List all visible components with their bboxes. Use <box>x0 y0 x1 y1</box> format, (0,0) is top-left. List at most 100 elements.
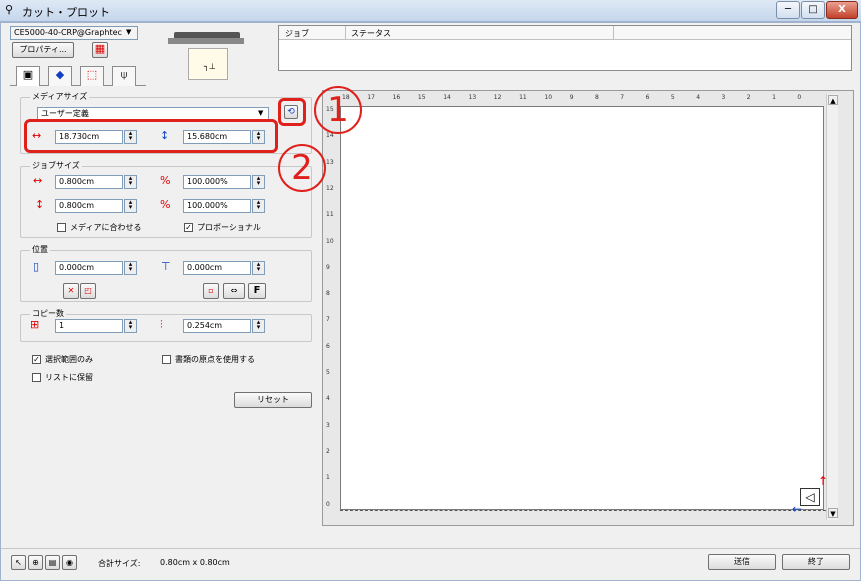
ruler-tick-label: 6 <box>326 342 330 350</box>
tab-cut-plot[interactable]: ▣ <box>16 66 40 86</box>
scale-x-spinner[interactable]: ▴ ▾ <box>252 175 265 189</box>
spacing-icon: ⫶ <box>160 318 163 331</box>
position-x-icon: ▯ <box>33 260 40 273</box>
magnifier-icon: ◉ <box>66 558 73 567</box>
job-width-spinner[interactable]: ▴ ▾ <box>124 175 137 189</box>
vertical-scrollbar[interactable]: ▲ ▼ <box>826 94 838 520</box>
center-button[interactable]: ⇔ <box>223 283 245 299</box>
doc-origin-checkbox[interactable] <box>162 355 171 364</box>
selection-only-checkbox[interactable]: ✓ <box>32 355 41 364</box>
column-job[interactable]: ジョブ <box>285 28 309 39</box>
device-select[interactable]: CE5000-40-CRP@Graphtec <box>10 26 138 40</box>
scale-y-field[interactable]: 100.000% <box>183 199 251 213</box>
tab-strip: ▣ ◆ ⬚ ⍦ <box>10 64 146 86</box>
keep-in-list-label: リストに保留 <box>45 373 93 382</box>
media-preset-value: ユーザー定義 <box>41 109 89 118</box>
position-x-spinner[interactable]: ▴ ▾ <box>124 261 137 275</box>
origin-y-arrow-icon: ↑ <box>818 474 829 488</box>
fit-media-checkbox[interactable] <box>57 223 66 232</box>
x-mark-icon: ✕ <box>67 286 75 295</box>
job-height-field[interactable]: 0.800cm <box>55 199 123 213</box>
job-height-spinner[interactable]: ▴ ▾ <box>124 199 137 213</box>
spacing-field[interactable]: 0.254cm <box>183 319 251 333</box>
plotter-head-icon: ◁ <box>800 488 820 506</box>
ruler-tick-label: 6 <box>645 94 650 101</box>
plotter-image: ┐⊥ <box>168 22 244 82</box>
scale-y-spinner[interactable]: ▴ ▾ <box>252 199 265 213</box>
ruler-tick-label: 8 <box>595 94 599 101</box>
ruler-tick-label: 5 <box>326 369 330 376</box>
copies-field[interactable]: 1 <box>55 319 123 333</box>
printer-setup-button[interactable]: ▦ <box>92 42 108 58</box>
position-x-field[interactable]: 0.000cm <box>55 261 123 275</box>
selection-only-label: 選択範囲のみ <box>45 355 93 364</box>
pointer-tool-button[interactable]: ↖ <box>11 555 26 570</box>
minimize-button[interactable]: ─ <box>776 1 800 19</box>
f-button[interactable]: F <box>248 283 266 299</box>
device-settings-icon: ▦ <box>94 42 106 55</box>
top-ruler: 18 17 16 15 14 13 12 11 10 9 8 7 6 5 4 3 2 1 0 <box>340 94 824 106</box>
zoom-icon: ⊕ <box>32 558 39 567</box>
fit-page-button[interactable]: ▤ <box>45 555 60 570</box>
tab-tool[interactable]: ⍦ <box>112 66 136 86</box>
scale-y-icon: % <box>160 198 171 211</box>
copies-icon: ⊞ <box>30 318 40 331</box>
chevron-down-icon: ▼ <box>258 109 264 117</box>
clear-position-button[interactable]: ✕ <box>63 283 79 299</box>
proportional-checkbox[interactable]: ✓ <box>184 223 193 232</box>
tool-icon: ⍦ <box>120 68 128 81</box>
exit-button[interactable]: 終了 <box>782 554 850 570</box>
zoom-fit-button[interactable]: ◉ <box>62 555 77 570</box>
ruler-tick-label: 4 <box>326 395 330 403</box>
ruler-tick-label: 12 <box>326 184 334 192</box>
ruler-tick-label: 11 <box>519 94 527 101</box>
position-y-icon: ⊤ <box>161 260 171 273</box>
job-size-label: ジョブサイズ <box>30 160 82 171</box>
tab-weed[interactable]: ⬚ <box>80 66 104 86</box>
job-table[interactable]: ジョブ ステータス <box>278 25 852 71</box>
spacing-spinner[interactable]: ▴ ▾ <box>252 319 265 333</box>
media-canvas[interactable] <box>340 106 824 510</box>
reset-button[interactable]: リセット <box>234 392 312 408</box>
ruler-tick-label: 13 <box>326 158 334 166</box>
ruler-tick-label: 3 <box>326 421 330 429</box>
scale-x-field[interactable]: 100.000% <box>183 175 251 189</box>
column-status[interactable]: ステータス <box>351 28 391 39</box>
ruler-tick-label: 2 <box>746 94 751 101</box>
app-icon: ⚲ <box>5 3 14 16</box>
position-label: 位置 <box>30 244 50 255</box>
chevron-down-icon: ▼ <box>126 28 132 36</box>
origin-x-arrow-icon: ← <box>792 502 803 516</box>
copies-spinner[interactable]: ▴ ▾ <box>124 319 137 333</box>
maximize-button[interactable]: □ <box>801 1 825 19</box>
keep-in-list-checkbox[interactable] <box>32 373 41 382</box>
ruler-tick-label: 17 <box>367 94 375 101</box>
center-icon: ⇔ <box>230 286 238 295</box>
send-button[interactable]: 送信 <box>708 554 776 570</box>
ruler-tick-label: 0 <box>797 94 802 101</box>
ruler-tick-label: 0 <box>326 500 330 508</box>
ruler-tick-label: 7 <box>326 316 330 324</box>
ruler-tick-label: 8 <box>326 290 330 298</box>
close-button[interactable]: X <box>826 1 858 19</box>
properties-button[interactable]: プロパティ... <box>12 42 74 58</box>
position-y-spinner[interactable]: ▴ ▾ <box>252 261 265 275</box>
highlight-box-media-size <box>24 119 278 153</box>
plotter-icon: ▣ <box>22 68 34 81</box>
align-left-button[interactable]: ▫ <box>203 283 219 299</box>
zoom-tool-button[interactable]: ⊕ <box>28 555 43 570</box>
job-width-field[interactable]: 0.800cm <box>55 175 123 189</box>
ruler-tick-label: 9 <box>326 263 330 271</box>
scale-x-icon: % <box>160 174 171 187</box>
annotation-marker-1: 1 <box>314 86 362 134</box>
tab-fill[interactable]: ◆ <box>48 66 72 86</box>
move-origin-button[interactable]: ◰ <box>80 283 96 299</box>
scroll-down-icon[interactable]: ▼ <box>828 508 838 518</box>
window-title: カット・プロット <box>22 6 110 19</box>
title-bar: ⚲ カット・プロット ─ □ X <box>0 0 861 22</box>
weed-border-icon: ⬚ <box>86 68 98 81</box>
position-y-field[interactable]: 0.000cm <box>183 261 251 275</box>
page-icon: ▤ <box>48 558 57 567</box>
scroll-up-icon[interactable]: ▲ <box>828 95 838 105</box>
highlight-box-orientation <box>278 98 306 126</box>
